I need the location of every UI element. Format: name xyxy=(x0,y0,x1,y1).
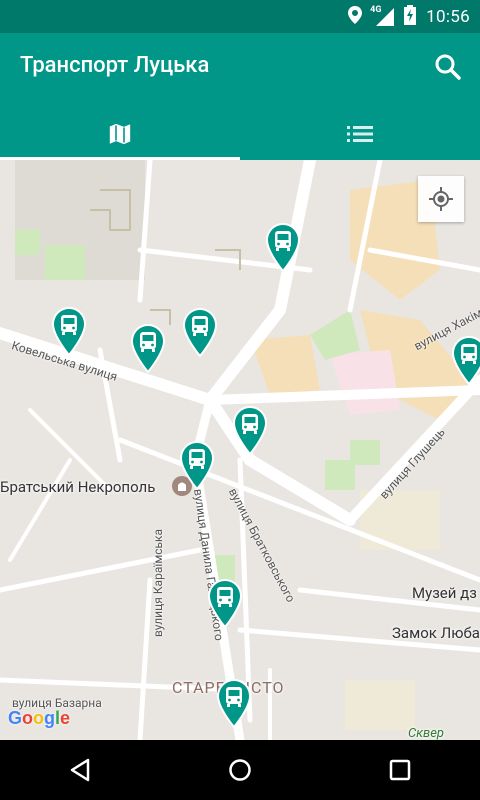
back-button[interactable] xyxy=(60,750,100,790)
tab-bar xyxy=(0,108,480,160)
search-button[interactable] xyxy=(434,53,462,81)
bus-stop-marker[interactable] xyxy=(130,323,166,374)
bus-stop-marker[interactable] xyxy=(216,678,252,729)
bus-stop-marker[interactable] xyxy=(451,335,480,386)
location-icon xyxy=(348,5,363,28)
clock: 10:56 xyxy=(426,6,470,27)
bus-stop-marker[interactable] xyxy=(179,440,215,491)
home-button[interactable] xyxy=(220,750,260,790)
bus-icon xyxy=(216,679,252,729)
system-nav-bar xyxy=(0,740,480,800)
bus-stop-marker[interactable] xyxy=(51,306,87,357)
bus-stop-marker[interactable] xyxy=(182,307,218,358)
home-icon xyxy=(229,759,251,781)
app-bar: Транспорт Луцька xyxy=(0,33,480,160)
my-location-button[interactable] xyxy=(418,176,464,222)
network-indicator: 4G xyxy=(370,5,395,26)
google-logo: Google xyxy=(8,708,71,728)
bus-icon xyxy=(179,441,215,491)
place-label-square: Сквер xyxy=(408,726,445,740)
recents-icon xyxy=(389,759,411,781)
tab-list[interactable] xyxy=(240,108,480,160)
place-label-necropolis: Братський Некрополь xyxy=(0,478,156,496)
search-icon xyxy=(435,54,461,80)
bus-icon xyxy=(182,308,218,358)
bus-icon xyxy=(207,579,243,629)
bus-icon xyxy=(265,223,301,273)
list-icon xyxy=(347,126,373,142)
bus-icon xyxy=(232,406,268,456)
bus-stop-marker[interactable] xyxy=(232,405,268,456)
my-location-icon xyxy=(429,187,453,211)
app-title: Транспорт Луцька xyxy=(20,53,210,78)
map-icon xyxy=(108,123,132,145)
street-label-karaimska: вулиця Караїмська xyxy=(151,528,165,637)
bus-icon xyxy=(51,307,87,357)
tab-map[interactable] xyxy=(0,108,240,160)
bus-stop-marker[interactable] xyxy=(265,222,301,273)
status-bar: 4G 10:56 xyxy=(0,0,480,33)
bus-stop-marker[interactable] xyxy=(207,578,243,629)
map-view[interactable]: Ковельська вулиця вулиця Хакім вулиця Гл… xyxy=(0,160,480,740)
recents-button[interactable] xyxy=(380,750,420,790)
place-label-museum: Музей дз xyxy=(412,584,477,602)
back-icon xyxy=(70,758,90,782)
bus-icon xyxy=(451,336,480,386)
battery-charging-icon xyxy=(404,4,417,29)
bus-icon xyxy=(130,324,166,374)
place-label-castle: Замок Любa xyxy=(392,624,480,642)
